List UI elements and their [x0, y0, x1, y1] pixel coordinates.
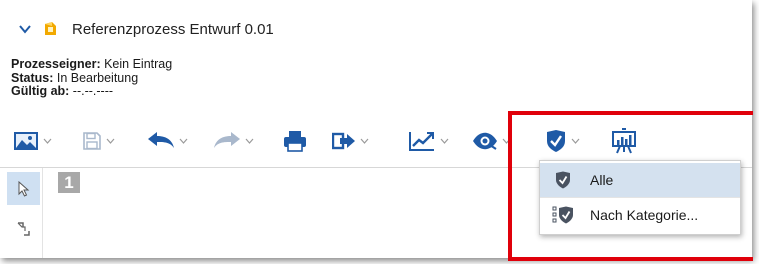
chevron-down-icon [43, 138, 52, 144]
status-label: Status: [11, 70, 54, 85]
export-button[interactable] [332, 124, 369, 158]
eye-icon [473, 132, 497, 150]
trend-chart-icon [409, 132, 434, 151]
process-title: Referenzprozess Entwurf 0.01 [72, 20, 274, 38]
connector-arrow-icon [17, 222, 30, 236]
owner-label: Prozesseigner: [11, 57, 101, 71]
print-button[interactable] [283, 124, 307, 158]
pointer-icon [18, 180, 29, 197]
save-icon [83, 132, 101, 150]
image-icon [14, 132, 38, 150]
valid-label: Gültig ab: [11, 84, 70, 98]
save-button[interactable] [82, 124, 115, 158]
chevron-down-icon [360, 138, 369, 144]
analysis-button[interactable] [408, 124, 449, 158]
export-icon [332, 132, 355, 150]
chevron-down-icon [179, 138, 188, 144]
view-button[interactable] [472, 124, 511, 158]
process-meta: Prozesseigner: Kein Eintrag Status: In B… [11, 57, 173, 99]
page-number-badge: 1 [58, 172, 80, 193]
status-row: Status: In Bearbeitung [11, 70, 172, 86]
undo-button[interactable] [147, 124, 188, 158]
chevron-down-icon[interactable] [18, 22, 32, 36]
image-button[interactable] [13, 124, 52, 158]
status-value: In Bearbeitung [53, 70, 139, 85]
process-header: Referenzprozess Entwurf 0.01 [18, 18, 274, 40]
chevron-down-icon [106, 138, 115, 144]
owner-row: Prozesseigner: Kein Eintrag [11, 57, 173, 72]
owner-value: Kein Eintrag [100, 57, 173, 71]
chevron-down-icon [440, 138, 449, 144]
valid-row: Gültig ab: --.--.---- [11, 84, 172, 99]
chevron-down-icon [245, 138, 254, 144]
process-model-icon [42, 21, 58, 37]
connection-tool-button[interactable] [14, 220, 34, 240]
valid-value: --.--.---- [69, 84, 114, 98]
redo-icon [214, 132, 240, 148]
select-tool-button[interactable] [7, 172, 40, 205]
highlight-frame [508, 111, 753, 261]
redo-button[interactable] [213, 124, 254, 158]
undo-icon [148, 132, 174, 148]
printer-icon [284, 131, 306, 152]
